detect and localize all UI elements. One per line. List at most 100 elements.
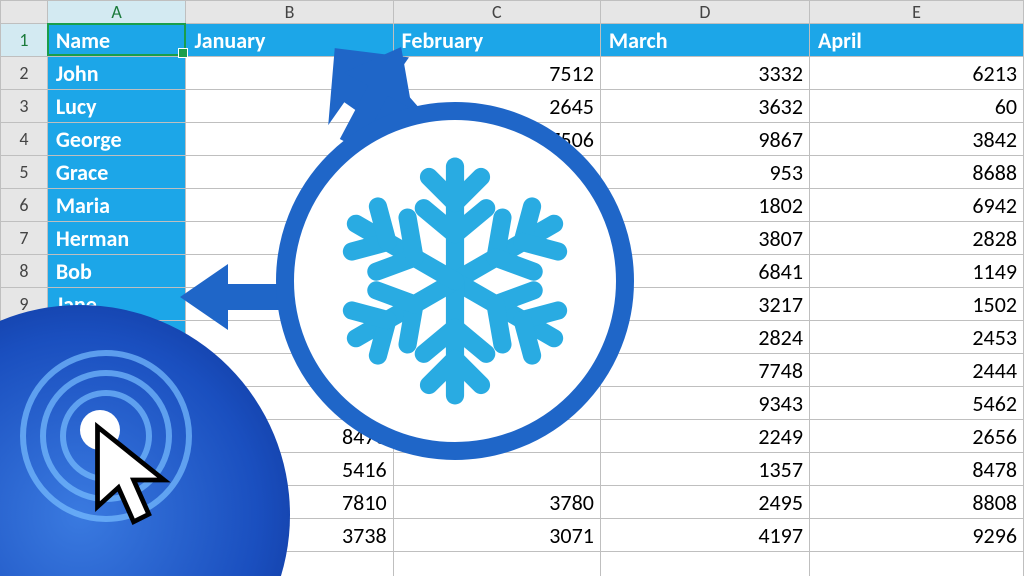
data-cell[interactable] — [393, 288, 600, 321]
data-cell[interactable]: 8710 — [186, 156, 393, 189]
name-cell[interactable]: Lucy — [47, 90, 186, 123]
table-header-cell[interactable]: March — [600, 24, 809, 57]
row-header-13[interactable]: 13 — [1, 420, 48, 453]
data-cell[interactable]: 3071 — [393, 519, 600, 552]
table-header-cell[interactable]: January — [186, 24, 393, 57]
data-cell[interactable]: 60 — [809, 90, 1023, 123]
data-cell[interactable] — [393, 552, 600, 576]
table-header-cell[interactable]: Name — [47, 24, 186, 57]
data-cell[interactable] — [186, 288, 393, 321]
row-header-12[interactable]: 12 — [1, 387, 48, 420]
row-header-8[interactable]: 8 — [1, 255, 48, 288]
column-header-D[interactable]: D — [600, 1, 809, 24]
row-header-17[interactable]: 17 — [1, 552, 48, 576]
data-cell[interactable]: 2495 — [600, 486, 809, 519]
column-header-C[interactable]: C — [393, 1, 600, 24]
data-cell[interactable] — [393, 156, 600, 189]
data-cell[interactable]: 9296 — [809, 519, 1023, 552]
data-cell[interactable]: 6841 — [600, 255, 809, 288]
table-header-cell[interactable]: April — [809, 24, 1023, 57]
data-cell[interactable] — [186, 321, 393, 354]
row-header-7[interactable]: 7 — [1, 222, 48, 255]
data-cell[interactable]: 5416 — [186, 453, 393, 486]
data-cell[interactable]: 3632 — [600, 90, 809, 123]
data-cell[interactable]: 6 — [186, 354, 393, 387]
row-header-6[interactable]: 6 — [1, 189, 48, 222]
data-cell[interactable]: 2645 — [393, 90, 600, 123]
name-cell[interactable]: Bob — [47, 255, 186, 288]
data-cell[interactable]: 7748 — [600, 354, 809, 387]
column-header-A[interactable]: A — [47, 1, 186, 24]
row-header-5[interactable]: 5 — [1, 156, 48, 189]
row-header-15[interactable]: 15 — [1, 486, 48, 519]
name-cell[interactable] — [47, 453, 186, 486]
select-all-corner[interactable] — [1, 1, 48, 24]
data-cell[interactable]: 9867 — [600, 123, 809, 156]
data-cell[interactable]: 3807 — [600, 222, 809, 255]
row-header-14[interactable]: 14 — [1, 453, 48, 486]
data-cell[interactable]: 3332 — [600, 57, 809, 90]
data-cell[interactable]: 2680 — [186, 57, 393, 90]
data-cell[interactable]: 4 — [186, 222, 393, 255]
data-cell[interactable]: 6213 — [809, 57, 1023, 90]
name-cell[interactable] — [47, 552, 186, 576]
table-header-cell[interactable]: February — [393, 24, 600, 57]
data-cell[interactable]: 3842 — [809, 123, 1023, 156]
data-cell[interactable]: 1149 — [809, 255, 1023, 288]
data-cell[interactable]: 7512 — [393, 57, 600, 90]
column-header-B[interactable]: B — [186, 1, 393, 24]
name-cell[interactable]: Herman — [47, 222, 186, 255]
row-header-9[interactable]: 9 — [1, 288, 48, 321]
name-cell[interactable]: Grace — [47, 156, 186, 189]
data-cell[interactable]: 953 — [600, 156, 809, 189]
row-header-11[interactable]: 11 — [1, 354, 48, 387]
data-cell[interactable]: 7506 — [393, 123, 600, 156]
row-header-10[interactable]: 10 — [1, 321, 48, 354]
name-cell[interactable] — [47, 321, 186, 354]
data-cell[interactable]: 1502 — [809, 288, 1023, 321]
name-cell[interactable]: George — [47, 123, 186, 156]
name-cell[interactable] — [47, 486, 186, 519]
data-cell[interactable]: 3217 — [600, 288, 809, 321]
data-cell[interactable]: 2249 — [600, 420, 809, 453]
data-cell[interactable]: 2656 — [809, 420, 1023, 453]
name-cell[interactable] — [47, 519, 186, 552]
row-header-4[interactable]: 4 — [1, 123, 48, 156]
data-cell[interactable]: 4197 — [600, 519, 809, 552]
row-header-16[interactable]: 16 — [1, 519, 48, 552]
row-header-1[interactable]: 1 — [1, 24, 48, 57]
data-cell[interactable]: 520 — [186, 189, 393, 222]
data-cell[interactable]: 2824 — [600, 321, 809, 354]
data-cell[interactable] — [186, 552, 393, 576]
name-cell[interactable]: Jane — [47, 288, 186, 321]
column-header-E[interactable]: E — [809, 1, 1023, 24]
data-cell[interactable]: 1802 — [600, 189, 809, 222]
name-cell[interactable] — [47, 387, 186, 420]
data-cell[interactable]: 3738 — [186, 519, 393, 552]
data-cell[interactable] — [186, 255, 393, 288]
data-cell[interactable] — [600, 552, 809, 576]
data-cell[interactable]: 5462 — [809, 387, 1023, 420]
data-cell[interactable] — [186, 90, 393, 123]
data-cell[interactable]: 2453 — [809, 321, 1023, 354]
data-cell[interactable]: 8476 — [186, 420, 393, 453]
row-header-2[interactable]: 2 — [1, 57, 48, 90]
data-cell[interactable]: 2828 — [809, 222, 1023, 255]
name-cell[interactable] — [47, 354, 186, 387]
data-cell[interactable]: 2444 — [809, 354, 1023, 387]
data-cell[interactable] — [393, 189, 600, 222]
data-cell[interactable]: 1357 — [600, 453, 809, 486]
data-cell[interactable]: 7 — [186, 387, 393, 420]
data-cell[interactable]: 3780 — [393, 486, 600, 519]
data-cell[interactable] — [393, 453, 600, 486]
data-cell[interactable] — [393, 387, 600, 420]
row-header-3[interactable]: 3 — [1, 90, 48, 123]
data-cell[interactable]: 6942 — [809, 189, 1023, 222]
data-cell[interactable] — [809, 552, 1023, 576]
data-cell[interactable]: 8808 — [809, 486, 1023, 519]
data-cell[interactable] — [393, 255, 600, 288]
data-cell[interactable]: 8478 — [809, 453, 1023, 486]
data-cell[interactable]: 8688 — [809, 156, 1023, 189]
data-cell[interactable]: 7810 — [186, 486, 393, 519]
name-cell[interactable]: John — [47, 57, 186, 90]
